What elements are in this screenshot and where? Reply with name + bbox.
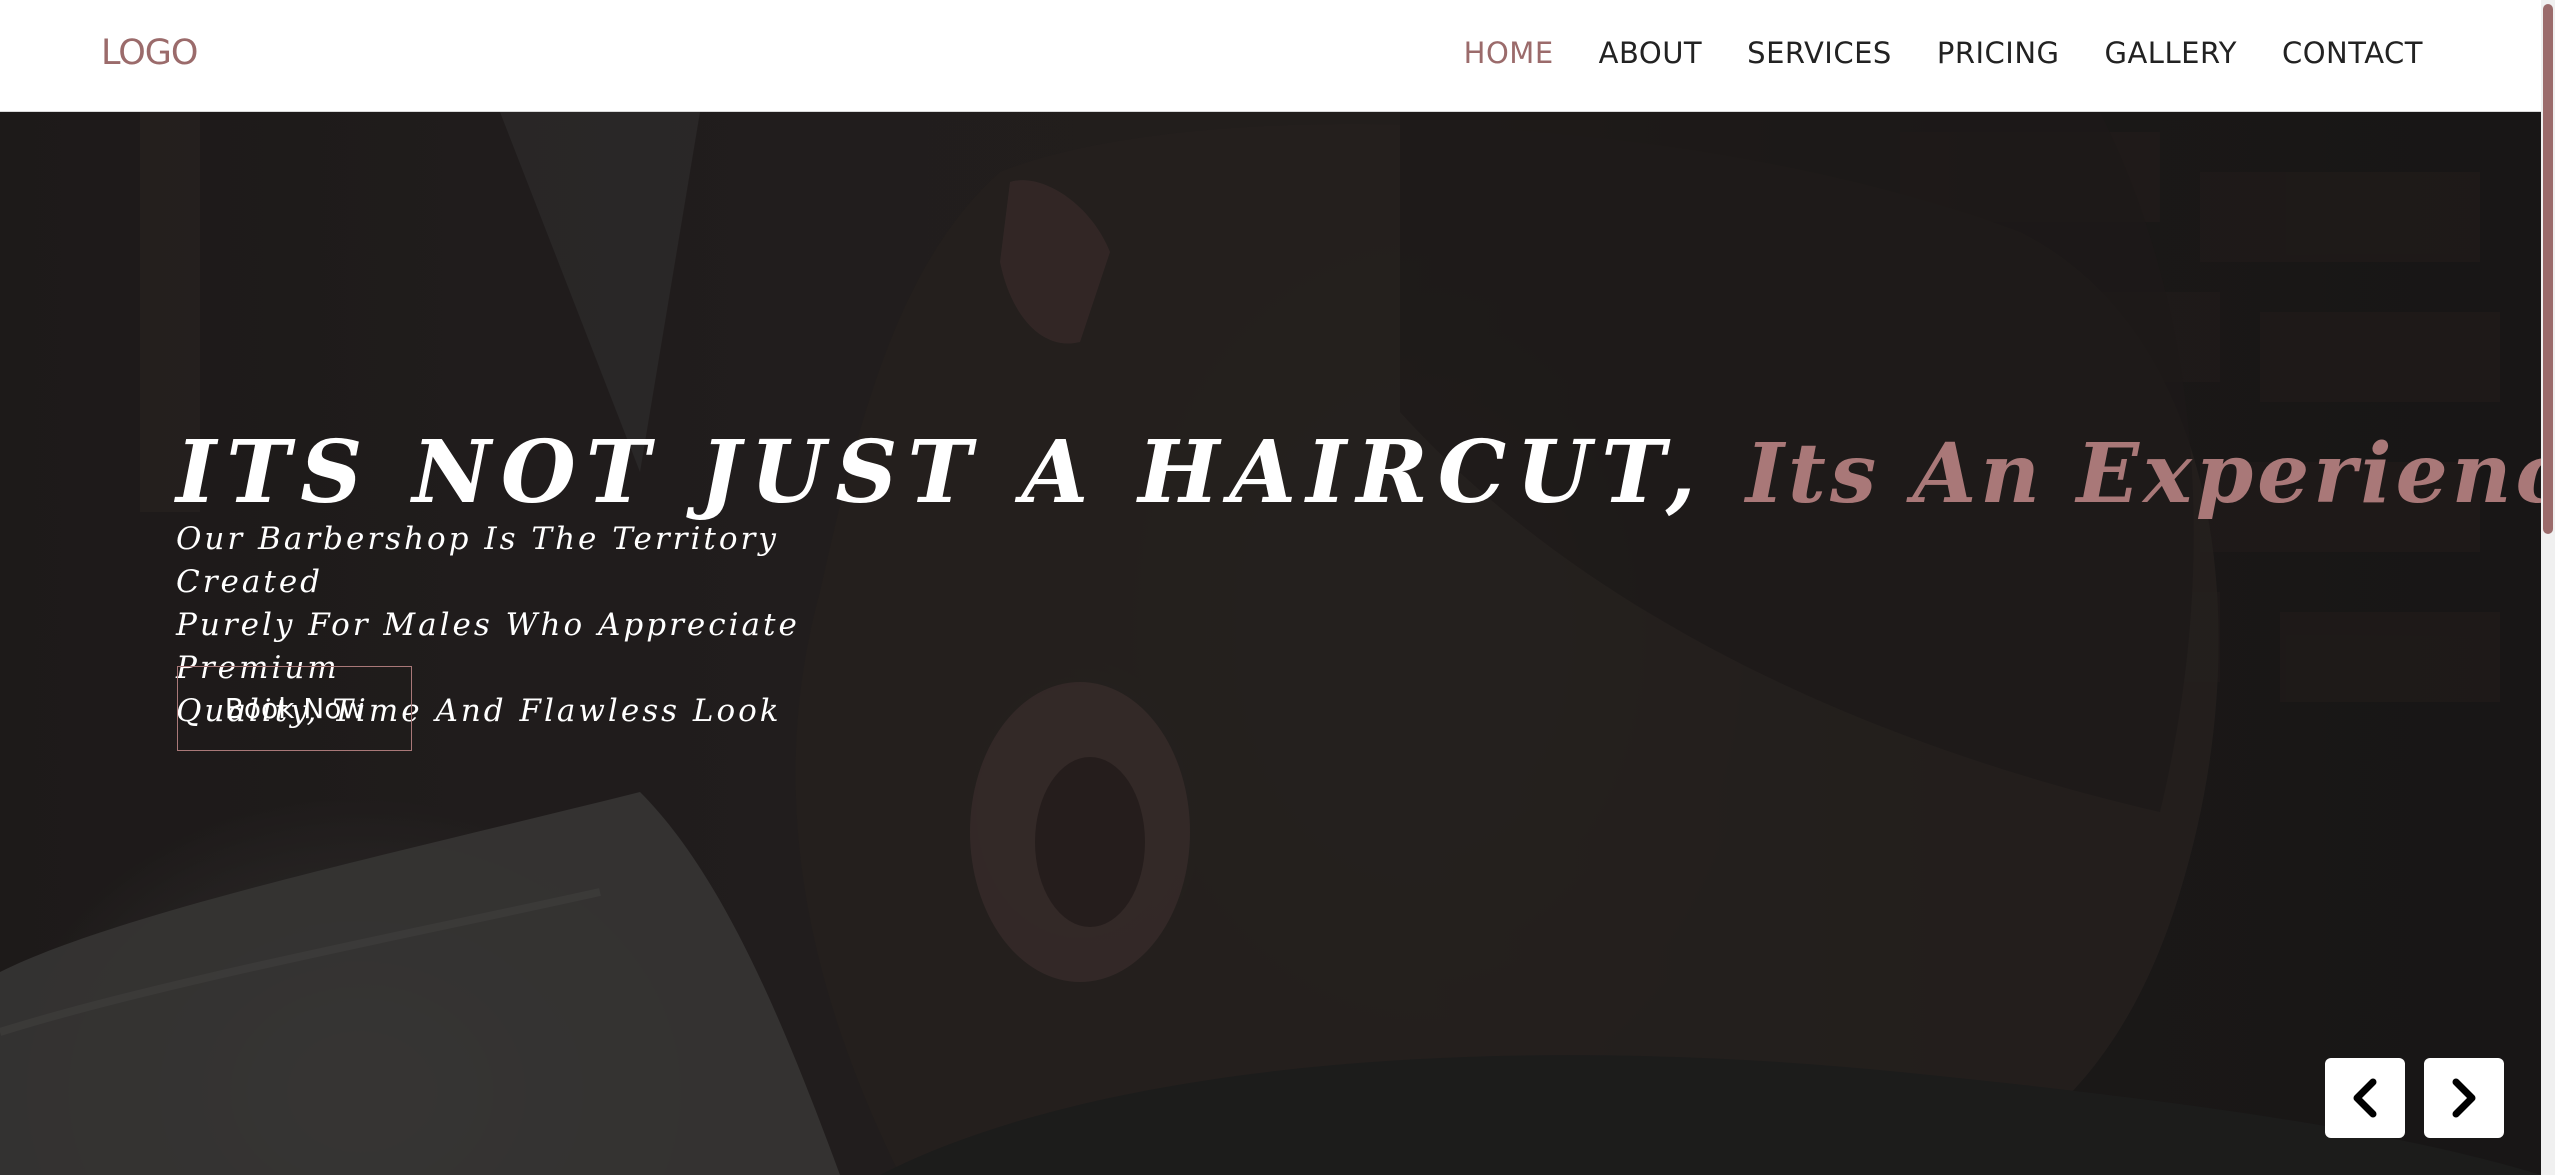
site-header: LOGO HOME ABOUT SERVICES PRICING GALLERY… xyxy=(0,0,2541,112)
logo[interactable]: LOGO xyxy=(101,33,198,73)
hero-headline: ITS NOT JUST A HAIRCUT, Its An Experienc… xyxy=(176,422,2541,523)
page-scrollbar[interactable] xyxy=(2541,0,2555,1175)
hero-headline-main: ITS NOT JUST A HAIRCUT, xyxy=(176,422,1706,523)
slider-next-button[interactable] xyxy=(2424,1058,2504,1138)
nav-pricing[interactable]: PRICING xyxy=(1937,36,2060,70)
nav-gallery[interactable]: GALLERY xyxy=(2105,36,2237,70)
nav-home[interactable]: HOME xyxy=(1464,36,1554,70)
nav-about[interactable]: ABOUT xyxy=(1599,36,1703,70)
nav-contact[interactable]: CONTACT xyxy=(2282,36,2423,70)
scrollbar-thumb[interactable] xyxy=(2543,4,2553,534)
nav-services[interactable]: SERVICES xyxy=(1747,36,1892,70)
slider-prev-button[interactable] xyxy=(2325,1058,2405,1138)
chevron-right-icon xyxy=(2452,1078,2476,1118)
hero-slider: ITS NOT JUST A HAIRCUT, Its An Experienc… xyxy=(0,112,2541,1175)
hero-subtext-line: Our Barbershop Is The Territory Created xyxy=(176,521,779,600)
book-now-button[interactable]: Book Now xyxy=(177,666,412,751)
chevron-left-icon xyxy=(2353,1078,2377,1118)
main-nav: HOME ABOUT SERVICES PRICING GALLERY CONT… xyxy=(1464,36,2423,70)
hero-headline-accent: Its An Experience xyxy=(1745,426,2541,522)
page: LOGO HOME ABOUT SERVICES PRICING GALLERY… xyxy=(0,0,2555,1175)
